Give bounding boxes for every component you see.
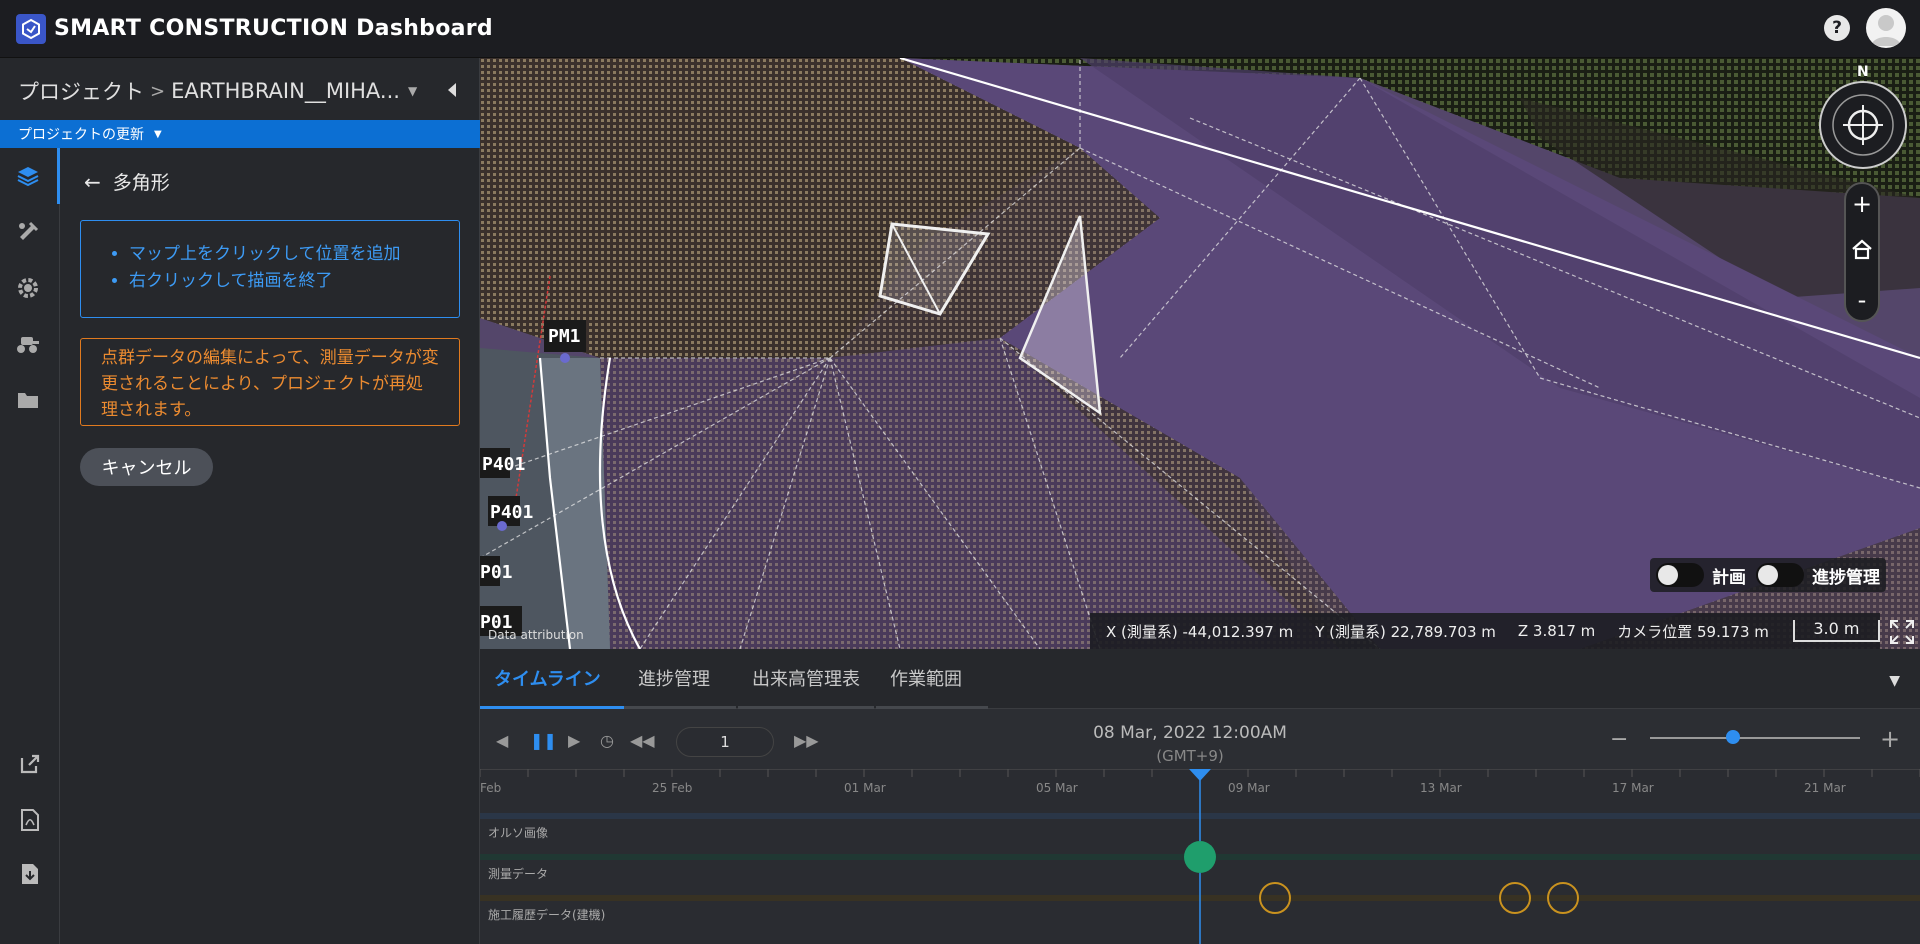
breadcrumb-root[interactable]: プロジェクト [18, 76, 144, 106]
timeline-zoom-out-button[interactable]: − [1610, 727, 1628, 752]
project-update-label: プロジェクトの更新 [18, 127, 144, 143]
plan-toggle[interactable]: 計画 [1656, 563, 1746, 588]
app-title: SMART CONSTRUCTION Dashboard [54, 16, 493, 41]
row-label-history: 施工履歴データ(建機) [488, 908, 606, 922]
pdf-icon[interactable] [0, 800, 60, 840]
axis-label: 21 Mar [1804, 781, 1846, 795]
axis-label: 09 Mar [1228, 781, 1270, 795]
coord-x: X (測量系) -44,012.397 m [1106, 622, 1294, 641]
row-label-ortho: オルソ画像 [488, 826, 549, 840]
panel-title: 多角形 [112, 172, 170, 194]
design-tools-icon[interactable] [0, 204, 56, 260]
pause-icon[interactable]: ❚❚ [530, 731, 557, 750]
panel-header: ← 多角形 [84, 168, 170, 195]
step-back-icon[interactable]: ◀ [496, 731, 508, 750]
axis-label: 25 Feb [652, 781, 693, 795]
progress-toggle-label: 進捗管理 [1812, 567, 1880, 588]
compass-icon[interactable]: N [1818, 64, 1908, 169]
map-label-p401: P401 [482, 454, 525, 475]
external-link-icon[interactable] [0, 744, 60, 784]
project-update-bar[interactable]: プロジェクトの更新 ▼ [0, 120, 480, 148]
tab-progress[interactable]: 進捗管理 [624, 649, 736, 709]
breadcrumb-project[interactable]: EARTHBRAIN__MIHA... [171, 79, 400, 103]
project-dropdown-chevron-icon[interactable]: ▼ [408, 84, 417, 98]
current-date: 08 Mar, 2022 12:00AM [1093, 723, 1287, 743]
avatar[interactable] [1866, 8, 1906, 48]
axis-label: Feb [480, 781, 502, 795]
home-view-icon[interactable] [1851, 238, 1873, 266]
progress-switch[interactable] [1756, 563, 1804, 587]
map-label-p401b: P401 [490, 502, 533, 523]
timeline-zoom-in-button[interactable]: + [1880, 725, 1900, 753]
left-panel: プロジェクト > EARTHBRAIN__MIHA... ▼ プロジェクトの更新… [0, 58, 480, 944]
camera-height: カメラ位置 59.173 m [1617, 622, 1769, 641]
plan-switch[interactable] [1656, 563, 1704, 587]
timeline-zoom-handle[interactable] [1726, 730, 1740, 744]
polygon-tool-panel: ← 多角形 マップ上をクリックして位置を追加 右クリックして描画を終了 点群デー… [60, 148, 480, 944]
axis-label: 13 Mar [1420, 781, 1462, 795]
coord-z: Z 3.817 m [1517, 622, 1596, 640]
layer-toggles: 計画 進捗管理 [1650, 558, 1886, 592]
machine-icon[interactable] [0, 316, 56, 372]
breadcrumb-separator: > [150, 80, 166, 102]
coordinate-readout: X (測量系) -44,012.397 m Y (測量系) 22,789.703… [1090, 613, 1880, 649]
top-bar: SMART CONSTRUCTION Dashboard ? [0, 0, 1920, 58]
rewind-icon[interactable]: ◀◀ [630, 731, 655, 750]
warning-box: 点群データの編集によって、測量データが変更されることにより、プロジェクトが再処理… [80, 338, 460, 426]
fast-forward-icon[interactable]: ▶▶ [794, 731, 819, 750]
folder-icon[interactable] [0, 372, 56, 428]
axis-label: 01 Mar [844, 781, 886, 795]
instructions-box: マップ上をクリックして位置を追加 右クリックして描画を終了 [80, 220, 460, 318]
side-icon-bar [0, 148, 60, 944]
playback-speed-input[interactable]: 1 [676, 727, 774, 757]
coord-y: Y (測量系) 22,789.703 m [1315, 622, 1496, 641]
map-label-pm1: PM1 [548, 326, 581, 347]
axis-label: 17 Mar [1612, 781, 1654, 795]
timezone-label: (GMT+9) [1156, 747, 1224, 765]
axis-label: 05 Mar [1036, 781, 1078, 795]
collapse-tabs-chevron-icon[interactable]: ▼ [1889, 673, 1900, 689]
instruction-item: マップ上をクリックして位置を追加 [129, 241, 439, 268]
clock-icon[interactable]: ◷ [600, 731, 614, 750]
row-label-survey: 測量データ [488, 867, 549, 881]
zoom-control: + - [1844, 182, 1880, 322]
map-label-p01: P01 [480, 562, 513, 583]
download-file-icon[interactable] [0, 854, 60, 894]
progress-toggle[interactable]: 進捗管理 [1756, 563, 1880, 588]
chevron-down-icon: ▼ [154, 128, 162, 140]
compass-north-label: N [1857, 64, 1869, 80]
breadcrumb: プロジェクト > EARTHBRAIN__MIHA... ▼ [18, 76, 417, 106]
app-logo[interactable] [16, 13, 46, 44]
help-icon[interactable]: ? [1824, 15, 1850, 41]
timeline-panel: ◀ ❚❚ ▶ ◷ ◀◀ 1 ▶▶ 08 Mar, 2022 12:00AM (G… [480, 709, 1920, 944]
data-attribution-link[interactable]: Data attribution [488, 628, 584, 642]
map-view[interactable]: PM1 P401 P401 P01 P01 Data attribution N… [480, 58, 1920, 649]
plan-toggle-label: 計画 [1712, 567, 1746, 588]
zoom-in-button[interactable]: + [1852, 190, 1872, 218]
timeline-controls: ◀ ❚❚ ▶ ◷ ◀◀ 1 ▶▶ 08 Mar, 2022 12:00AM (G… [480, 709, 1920, 769]
collapse-panel-icon[interactable] [444, 80, 460, 100]
tab-volume-table[interactable]: 出来高管理表 [738, 649, 874, 709]
bottom-tabs: タイムライン 進捗管理 出来高管理表 作業範囲 ▼ [480, 649, 1920, 709]
layers-icon[interactable] [0, 148, 60, 204]
back-arrow-icon[interactable]: ← [84, 170, 101, 194]
gear-icon[interactable] [0, 260, 56, 316]
timeline-zoom-slider[interactable] [1650, 737, 1860, 739]
play-icon[interactable]: ▶ [568, 731, 580, 750]
cancel-button[interactable]: キャンセル [80, 448, 213, 486]
instruction-item: 右クリックして描画を終了 [129, 268, 439, 295]
timeline-body[interactable]: Feb 25 Feb 01 Mar 05 Mar 09 Mar 13 Mar 1… [480, 769, 1920, 944]
zoom-out-button[interactable]: - [1858, 286, 1867, 314]
tab-timeline[interactable]: タイムライン [480, 649, 624, 709]
scale-bar: 3.0 m [1792, 620, 1880, 642]
fullscreen-icon[interactable] [1888, 618, 1916, 646]
tab-work-area[interactable]: 作業範囲 [876, 649, 988, 709]
